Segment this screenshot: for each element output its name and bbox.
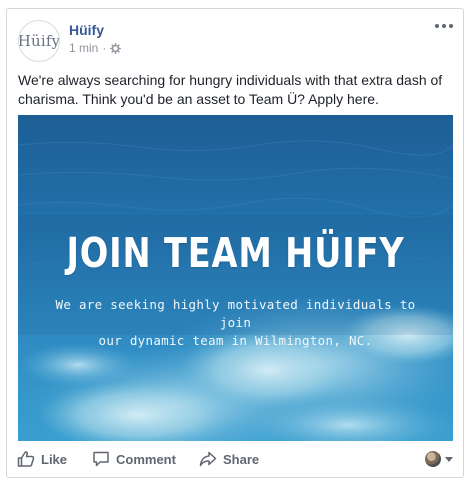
profile-selector[interactable] [425,451,453,467]
share-label: Share [223,451,260,467]
gear-icon[interactable] [110,42,122,54]
share-button[interactable]: Share [199,450,259,468]
facebook-post-card: Hüify Hüify 1 min · We're always searchi… [6,8,464,478]
post-body-text: We're always searching for hungry indivi… [18,72,443,107]
comment-button[interactable]: Comment [92,450,176,468]
ocean-wave-image [18,115,453,441]
page: Hüify Hüify 1 min · We're always searchi… [0,0,470,485]
post-image[interactable]: JOIN TEAM HÜIFY We are seeking highly mo… [18,115,453,441]
post-action-bar: Like Comment Share [7,447,463,477]
post-timestamp[interactable]: 1 min [69,41,98,55]
thumbs-up-icon [17,451,35,467]
like-button[interactable]: Like [17,450,67,468]
post-meta: 1 min · [69,41,122,55]
meta-separator: · [102,41,107,55]
ellipsis-dot [449,24,453,28]
ellipsis-icon[interactable] [435,21,453,31]
ellipsis-dot [442,24,446,28]
speech-bubble-icon [93,451,109,467]
image-subline-line-1: We are seeking highly motivated individu… [55,297,416,330]
image-subline: We are seeking highly motivated individu… [38,296,433,350]
share-arrow-icon [199,451,217,467]
chevron-down-icon [445,456,453,462]
like-label: Like [41,451,68,467]
page-avatar[interactable]: Hüify [18,20,60,62]
avatar-logo-text: Hüify [18,32,60,50]
image-headline: JOIN TEAM HÜIFY [66,229,405,277]
image-subline-line-2: our dynamic team in Wilmington, NC. [98,333,373,348]
comment-label: Comment [116,451,176,467]
post-author-name[interactable]: Hüify [69,22,104,38]
ellipsis-dot [435,24,439,28]
profile-avatar [425,451,441,467]
